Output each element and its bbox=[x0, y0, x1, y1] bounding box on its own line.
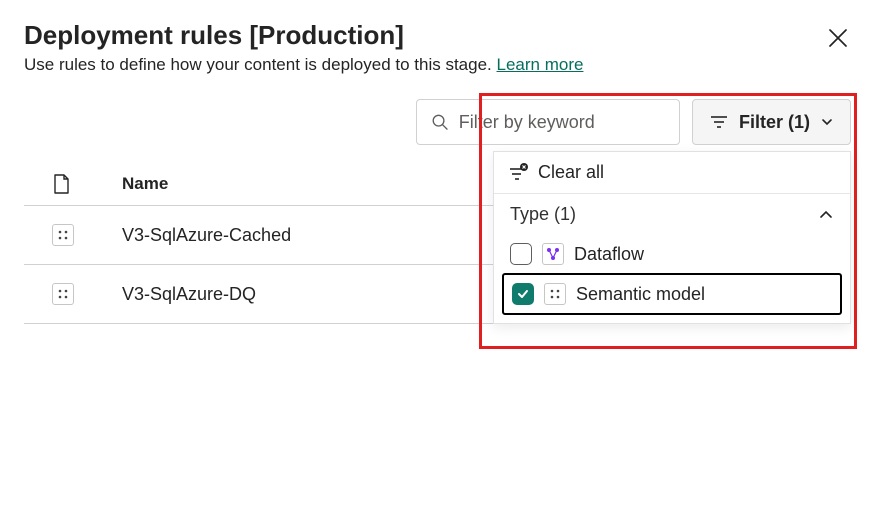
filter-section-type-label: Type (1) bbox=[510, 204, 576, 225]
check-icon bbox=[516, 287, 530, 301]
filter-section-type[interactable]: Type (1) bbox=[494, 194, 850, 235]
search-input-wrapper[interactable] bbox=[416, 99, 680, 145]
checkbox-unchecked[interactable] bbox=[510, 243, 532, 265]
semantic-model-icon bbox=[544, 283, 566, 305]
column-header-name[interactable]: Name bbox=[122, 174, 168, 194]
semantic-model-icon bbox=[52, 283, 74, 305]
checkbox-checked[interactable] bbox=[512, 283, 534, 305]
row-name: V3-SqlAzure-Cached bbox=[122, 225, 291, 246]
dataflow-icon bbox=[542, 243, 564, 265]
filter-icon bbox=[709, 112, 729, 132]
filter-button[interactable]: Filter (1) bbox=[692, 99, 851, 145]
page-title: Deployment rules [Production] bbox=[24, 20, 404, 51]
search-icon bbox=[431, 112, 449, 132]
semantic-model-icon bbox=[52, 224, 74, 246]
filter-panel: Clear all Type (1) Dataflow Semant bbox=[493, 151, 851, 324]
clear-filter-icon bbox=[508, 163, 528, 183]
filter-option-dataflow[interactable]: Dataflow bbox=[502, 235, 842, 273]
search-input[interactable] bbox=[457, 111, 665, 134]
page-subtitle: Use rules to define how your content is … bbox=[24, 55, 851, 75]
filter-option-label: Semantic model bbox=[576, 284, 705, 305]
chevron-up-icon bbox=[818, 207, 834, 223]
clear-all-button[interactable]: Clear all bbox=[494, 152, 850, 194]
chevron-down-icon bbox=[820, 115, 834, 129]
file-icon bbox=[52, 173, 70, 195]
filter-button-label: Filter (1) bbox=[739, 112, 810, 133]
clear-all-label: Clear all bbox=[538, 162, 604, 183]
learn-more-link[interactable]: Learn more bbox=[497, 55, 584, 74]
close-icon bbox=[829, 29, 847, 47]
row-name: V3-SqlAzure-DQ bbox=[122, 284, 256, 305]
filter-option-semantic-model[interactable]: Semantic model bbox=[502, 273, 842, 315]
filter-option-label: Dataflow bbox=[574, 244, 644, 265]
close-button[interactable] bbox=[825, 25, 851, 51]
